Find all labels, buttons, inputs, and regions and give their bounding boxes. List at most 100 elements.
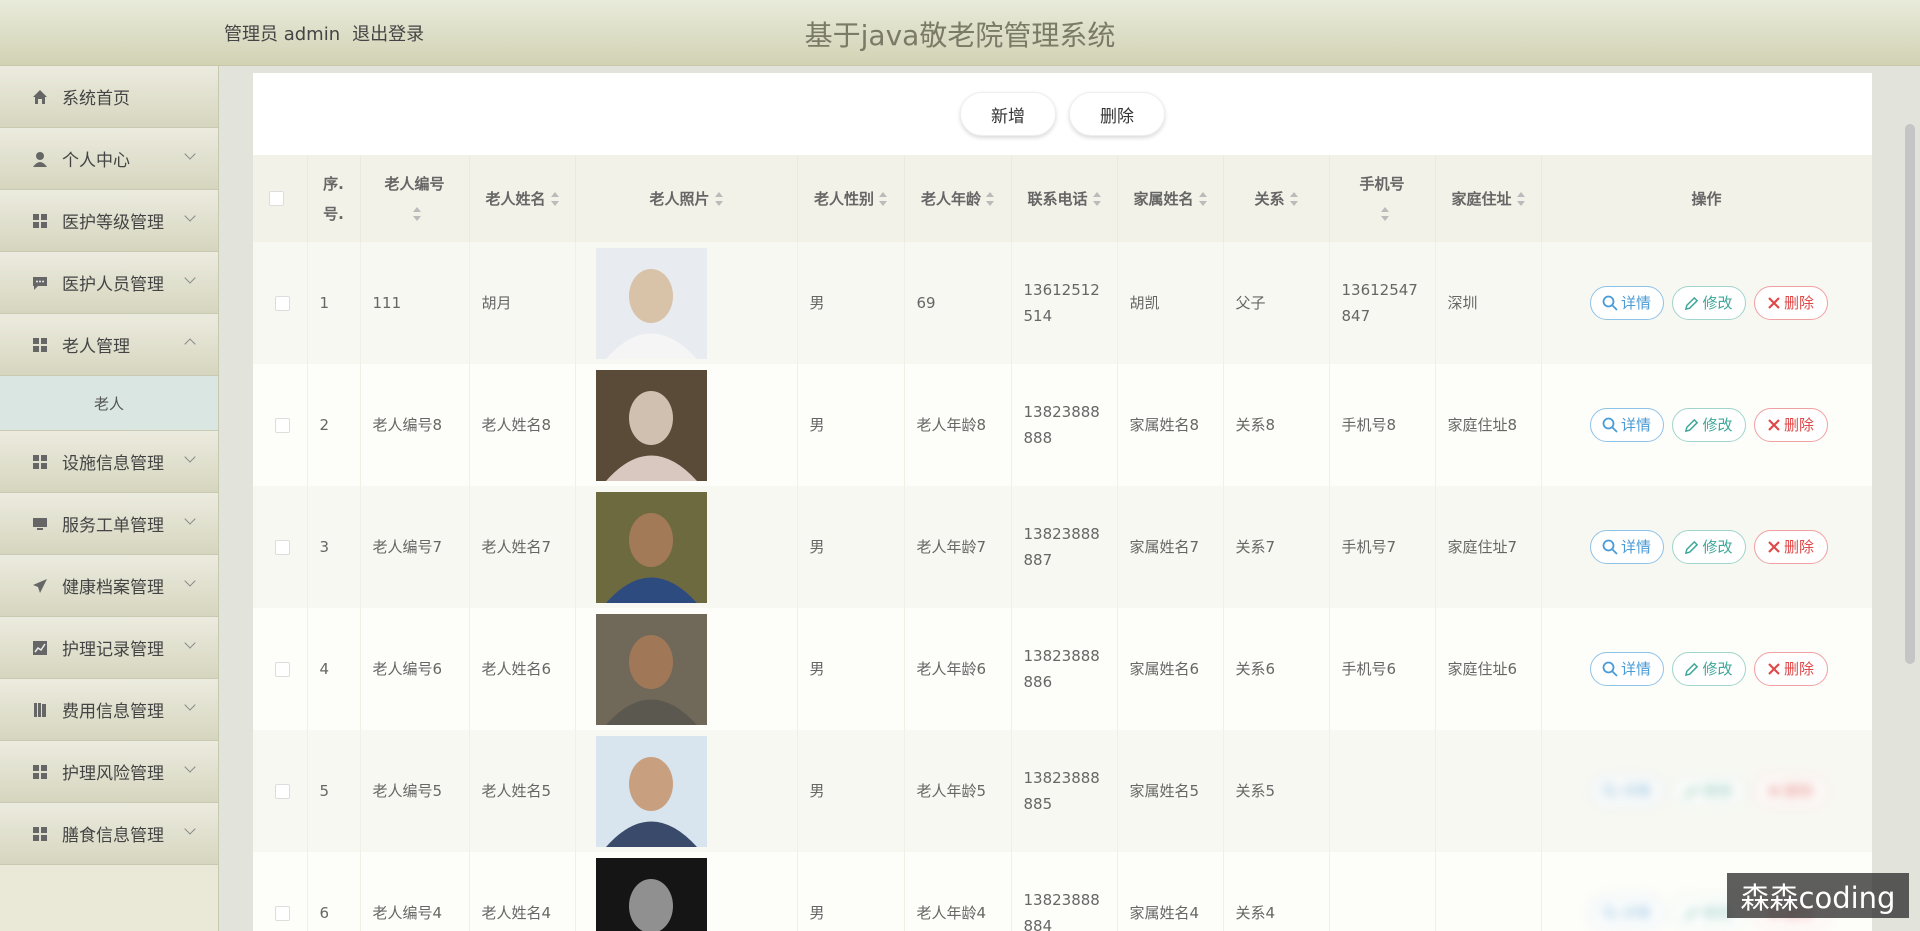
sort-icon[interactable] <box>985 192 994 206</box>
sort-icon[interactable] <box>550 192 559 206</box>
detail-button[interactable]: 详情 <box>1589 896 1664 930</box>
header-age[interactable]: 老人年龄 <box>904 155 1012 242</box>
header-gender[interactable]: 老人性别 <box>797 155 905 242</box>
send-icon <box>32 578 48 594</box>
pencil-icon <box>1685 784 1699 798</box>
cell-gender: 男 <box>797 486 905 608</box>
row-select-cell[interactable] <box>253 364 308 486</box>
top-header: 管理员 admin 退出登录 基于java敬老院管理系统 <box>0 0 1920 66</box>
header-relation[interactable]: 关系 <box>1223 155 1330 242</box>
header-id[interactable]: 老人编号 <box>360 155 470 242</box>
sort-icon[interactable] <box>1380 207 1389 221</box>
cell-relation: 关系7 <box>1223 486 1330 608</box>
grid-icon <box>32 764 48 780</box>
edit-button[interactable]: 修改 <box>1671 774 1746 808</box>
sidebar-item-3[interactable]: 医护人员管理 <box>0 252 218 314</box>
sort-icon[interactable] <box>878 192 887 206</box>
detail-button[interactable]: 详情 <box>1589 530 1664 564</box>
sort-icon[interactable] <box>1516 192 1525 206</box>
sidebar-item-9[interactable]: 费用信息管理 <box>0 679 218 741</box>
header-name[interactable]: 老人姓名 <box>469 155 576 242</box>
edit-button[interactable]: 修改 <box>1671 652 1746 686</box>
monitor-icon <box>32 516 48 532</box>
elder-photo <box>595 491 707 603</box>
delete-button[interactable]: 删除 <box>1069 92 1165 136</box>
cell-photo <box>575 730 798 852</box>
sidebar-item-1[interactable]: 个人中心 <box>0 128 218 190</box>
row-checkbox[interactable] <box>275 539 290 555</box>
sort-icon[interactable] <box>412 207 421 221</box>
scrollbar[interactable] <box>1905 124 1915 664</box>
cell-phone: 13823888886 <box>1011 608 1118 730</box>
sidebar-item-2[interactable]: 医护等级管理 <box>0 190 218 252</box>
close-icon <box>1768 541 1780 553</box>
sidebar-item-label: 系统首页 <box>62 89 130 109</box>
cell-gender: 男 <box>797 608 905 730</box>
header-phone[interactable]: 联系电话 <box>1011 155 1118 242</box>
cell-address <box>1435 730 1542 852</box>
table-row: 3 老人编号7 老人姓名7 男老人年龄7 13823888887 家属姓名7 关系7 手机号7… <box>253 486 1872 608</box>
sidebar-item-0[interactable]: 系统首页 <box>0 66 218 128</box>
cell-id: 老人编号5 <box>360 730 470 852</box>
row-checkbox[interactable] <box>275 295 290 311</box>
header-mobile[interactable]: 手机号 <box>1329 155 1436 242</box>
row-delete-button[interactable]: 删除 <box>1753 774 1828 808</box>
row-delete-button[interactable]: 删除 <box>1753 530 1828 564</box>
row-checkbox[interactable] <box>275 783 290 799</box>
detail-button[interactable]: 详情 <box>1589 286 1664 320</box>
sidebar-item-11[interactable]: 膳食信息管理 <box>0 803 218 865</box>
sort-icon[interactable] <box>1092 192 1101 206</box>
table-row: 2 老人编号8 老人姓名8 男老人年龄8 13823888888 家属姓名8 关系8 手机号8… <box>253 364 1872 486</box>
header-family[interactable]: 家属姓名 <box>1117 155 1224 242</box>
sidebar-subitem-elder[interactable]: 老人 <box>0 376 218 431</box>
sidebar-item-6[interactable]: 服务工单管理 <box>0 493 218 555</box>
row-select-cell[interactable] <box>253 486 308 608</box>
sidebar-item-label: 设施信息管理 <box>62 454 164 474</box>
sidebar-item-5[interactable]: 设施信息管理 <box>0 431 218 493</box>
sidebar-item-10[interactable]: 护理风险管理 <box>0 741 218 803</box>
detail-button[interactable]: 详情 <box>1589 774 1664 808</box>
select-all-cell[interactable] <box>253 155 308 242</box>
row-select-cell[interactable] <box>253 852 308 931</box>
cell-age: 老人年龄7 <box>904 486 1012 608</box>
chevron-down-icon <box>184 210 196 222</box>
row-checkbox[interactable] <box>275 905 290 921</box>
row-checkbox[interactable] <box>275 417 290 433</box>
row-select-cell[interactable] <box>253 608 308 730</box>
add-button[interactable]: 新增 <box>960 92 1056 136</box>
sidebar-item-7[interactable]: 健康档案管理 <box>0 555 218 617</box>
row-delete-button[interactable]: 删除 <box>1753 408 1828 442</box>
cell-photo <box>575 486 798 608</box>
sidebar-item-label: 医护等级管理 <box>62 213 164 233</box>
cell-ops: 详情修改删除 <box>1541 486 1872 608</box>
cell-phone: 13823888885 <box>1011 730 1118 852</box>
select-all-checkbox[interactable] <box>269 191 284 206</box>
cell-id: 老人编号4 <box>360 852 470 931</box>
sort-icon[interactable] <box>714 192 723 206</box>
header-address[interactable]: 家庭住址 <box>1435 155 1542 242</box>
edit-button[interactable]: 修改 <box>1671 530 1746 564</box>
detail-button[interactable]: 详情 <box>1589 652 1664 686</box>
cell-mobile: 13612547847 <box>1329 242 1436 364</box>
header-photo[interactable]: 老人照片 <box>575 155 798 242</box>
row-delete-button[interactable]: 删除 <box>1753 286 1828 320</box>
cell-mobile <box>1329 852 1436 931</box>
elder-photo <box>595 247 707 359</box>
sidebar-item-4[interactable]: 老人管理 <box>0 314 218 376</box>
row-select-cell[interactable] <box>253 242 308 364</box>
edit-button[interactable]: 修改 <box>1671 408 1746 442</box>
sort-icon[interactable] <box>1289 192 1298 206</box>
row-delete-button[interactable]: 删除 <box>1753 652 1828 686</box>
row-select-cell[interactable] <box>253 730 308 852</box>
sort-icon[interactable] <box>1198 192 1207 206</box>
cell-no: 3 <box>307 486 361 608</box>
edit-button[interactable]: 修改 <box>1671 286 1746 320</box>
row-checkbox[interactable] <box>275 661 290 677</box>
row-actions: 详情修改删除 <box>1554 774 1864 808</box>
cell-family: 胡凯 <box>1117 242 1224 364</box>
detail-button[interactable]: 详情 <box>1589 408 1664 442</box>
search-icon <box>1602 905 1618 921</box>
cell-family: 家属姓名6 <box>1117 608 1224 730</box>
cell-gender: 男 <box>797 242 905 364</box>
sidebar-item-8[interactable]: 护理记录管理 <box>0 617 218 679</box>
